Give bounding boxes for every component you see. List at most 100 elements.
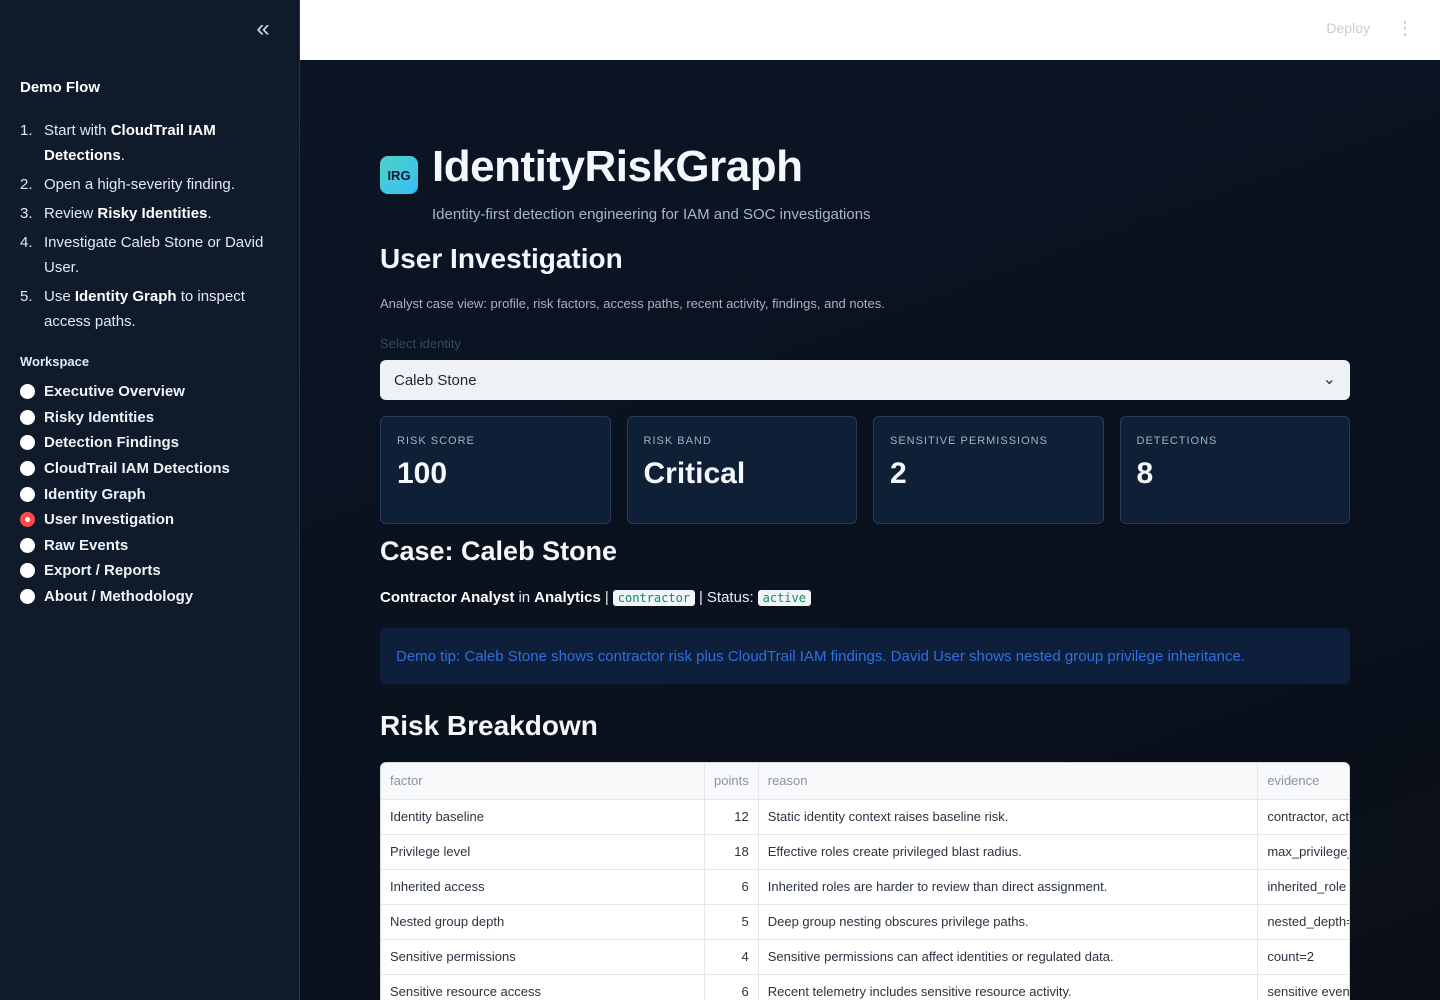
column-header-reason[interactable]: reason xyxy=(758,763,1259,800)
demo-flow-step: 3. Review Risky Identities. xyxy=(20,201,270,226)
demo-flow-list: 1. Start with CloudTrail IAM Detections. 2… xyxy=(20,118,270,338)
step-number: 4. xyxy=(20,234,33,251)
step-text: Start with CloudTrail IAM Detections. xyxy=(44,118,270,168)
nav-item-cloudtrail-iam-detections[interactable]: CloudTrail IAM Detections xyxy=(20,456,280,482)
step-text-part: Investigate Caleb Stone or David User. xyxy=(44,234,264,276)
table-cell-points: 4 xyxy=(704,939,759,975)
nav-item-detection-findings[interactable]: Detection Findings xyxy=(20,430,280,456)
nav-item-executive-overview[interactable]: Executive Overview xyxy=(20,379,280,405)
table-row[interactable]: Sensitive permissions 4 Sensitive permissi… xyxy=(381,939,1349,975)
demo-flow-heading: Demo Flow xyxy=(20,79,101,96)
metric-label: DETECTIONS xyxy=(1136,435,1218,447)
column-header-factor[interactable]: factor xyxy=(381,763,706,800)
radio-unselected-icon[interactable] xyxy=(20,409,35,425)
metric-value: 8 xyxy=(1136,457,1154,490)
nav-item-risky-identities[interactable]: Risky Identities xyxy=(20,405,280,431)
radio-unselected-icon[interactable] xyxy=(20,461,35,477)
radio-unselected-icon[interactable] xyxy=(20,435,35,451)
sidebar: « Demo Flow 1. Start with CloudTrail IAM … xyxy=(0,0,300,1000)
step-text: Review Risky Identities. xyxy=(44,201,212,226)
deploy-button[interactable]: Deploy xyxy=(1326,20,1370,36)
step-number: 1. xyxy=(20,122,33,139)
identity-select-value: Caleb Stone xyxy=(394,371,477,389)
table-row[interactable]: Inherited access 6 Inherited roles are har… xyxy=(381,869,1349,905)
metrics-row: RISK SCORE 100 RISK BAND Critical SENSIT… xyxy=(380,416,1350,524)
nav-item-label: CloudTrail IAM Detections xyxy=(44,460,230,478)
case-in-text: in xyxy=(518,589,531,606)
demo-flow-step: 4. Investigate Caleb Stone or David User. xyxy=(20,230,270,280)
table-row[interactable]: Privilege level 18 Effective roles create … xyxy=(381,834,1349,870)
nav-item-export-reports[interactable]: Export / Reports xyxy=(20,558,280,584)
risk-breakdown-title: Risk Breakdown xyxy=(380,710,598,741)
table-cell-evidence: nested_depth= xyxy=(1257,904,1349,940)
table-row[interactable]: Identity baseline 12 Static identity conte… xyxy=(381,799,1349,835)
step-number: 5. xyxy=(20,288,33,305)
demo-flow-step: 2. Open a high-severity finding. xyxy=(20,172,270,197)
page-title: User Investigation xyxy=(380,243,623,274)
page-description: Analyst case view: profile, risk factors… xyxy=(380,296,885,311)
table-cell-factor: Sensitive permissions xyxy=(381,939,706,975)
table-cell-reason: Deep group nesting obscures privilege pa… xyxy=(758,904,1259,940)
step-emphasis: Risky Identities xyxy=(97,205,208,222)
main-menu-icon[interactable]: ⋮ xyxy=(1396,18,1414,38)
step-text-part: Start with xyxy=(44,122,111,139)
table-cell-evidence: sensitive even xyxy=(1257,974,1349,1000)
app-title: IdentityRiskGraph xyxy=(432,142,803,191)
nav-item-label: Identity Graph xyxy=(44,485,146,503)
workspace-nav: Executive Overview Risky Identities Detect… xyxy=(20,379,280,609)
radio-unselected-icon[interactable] xyxy=(20,486,35,502)
case-department: Analytics xyxy=(534,589,601,606)
nav-item-label: About / Methodology xyxy=(44,588,194,606)
step-text-part: Review xyxy=(44,205,98,222)
step-emphasis: Identity Graph xyxy=(74,288,177,305)
collapse-sidebar-icon[interactable]: « xyxy=(250,17,276,42)
metric-value: 100 xyxy=(397,457,448,490)
radio-unselected-icon[interactable] xyxy=(20,589,35,605)
table-cell-evidence: inherited_role xyxy=(1257,869,1349,905)
nav-item-about-methodology[interactable]: About / Methodology xyxy=(20,584,280,610)
table-header-row: factor points reason evidence xyxy=(381,763,1349,800)
identity-select[interactable]: Caleb Stone ⌄ xyxy=(380,360,1350,400)
nav-item-identity-graph[interactable]: Identity Graph xyxy=(20,481,280,507)
table-cell-reason: Recent telemetry includes sensitive reso… xyxy=(758,974,1259,1000)
chevron-down-icon: ⌄ xyxy=(1322,371,1336,388)
step-text-part: . xyxy=(207,205,212,222)
table-cell-reason: Sensitive permissions can affect identit… xyxy=(758,939,1259,975)
nav-item-label: Executive Overview xyxy=(44,383,185,401)
table-cell-reason: Effective roles create privileged blast … xyxy=(758,834,1259,870)
metric-label: RISK SCORE xyxy=(397,435,475,447)
radio-unselected-icon[interactable] xyxy=(20,384,35,400)
table-row[interactable]: Nested group depth 5 Deep group nesting ob… xyxy=(381,904,1349,940)
demo-flow-step: 5. Use Identity Graph to inspect access p… xyxy=(20,284,270,334)
nav-item-raw-events[interactable]: Raw Events xyxy=(20,533,280,559)
metric-risk-score: RISK SCORE 100 xyxy=(380,416,611,524)
risk-breakdown-table[interactable]: factor points reason evidence Identity b… xyxy=(380,762,1350,1000)
column-header-points[interactable]: points xyxy=(704,763,759,800)
radio-selected-icon[interactable] xyxy=(20,512,35,528)
radio-unselected-icon[interactable] xyxy=(20,537,35,553)
metric-value: Critical xyxy=(643,457,746,490)
table-cell-points: 5 xyxy=(704,904,759,940)
step-text: Investigate Caleb Stone or David User. xyxy=(44,230,270,280)
app-logo: IRG xyxy=(380,156,418,194)
step-number: 3. xyxy=(20,205,33,222)
metric-risk-band: RISK BAND Critical xyxy=(626,416,857,524)
nav-item-label: Risky Identities xyxy=(44,408,155,426)
metric-value: 2 xyxy=(890,457,907,490)
metric-detections: DETECTIONS 8 xyxy=(1119,416,1350,524)
case-status-label: Status: xyxy=(706,589,754,606)
nav-item-user-investigation[interactable]: User Investigation xyxy=(20,507,280,533)
workspace-heading: Workspace xyxy=(20,354,90,369)
case-type-tag: contractor xyxy=(612,589,696,606)
nav-item-label: User Investigation xyxy=(44,511,175,529)
column-header-evidence[interactable]: evidence xyxy=(1257,763,1349,800)
table-cell-factor: Privilege level xyxy=(381,834,706,870)
main-content: IRG IdentityRiskGraph Identity-first det… xyxy=(300,60,1440,1000)
demo-tip-banner: Demo tip: Caleb Stone shows contractor r… xyxy=(380,628,1350,684)
radio-unselected-icon[interactable] xyxy=(20,563,35,579)
step-text: Use Identity Graph to inspect access pat… xyxy=(44,284,270,334)
case-title: Case: Caleb Stone xyxy=(380,536,618,566)
table-row[interactable]: Sensitive resource access 6 Recent telemet… xyxy=(381,974,1349,1000)
step-text-part: Open a high-severity finding. xyxy=(44,176,235,193)
table-cell-factor: Identity baseline xyxy=(381,799,706,835)
